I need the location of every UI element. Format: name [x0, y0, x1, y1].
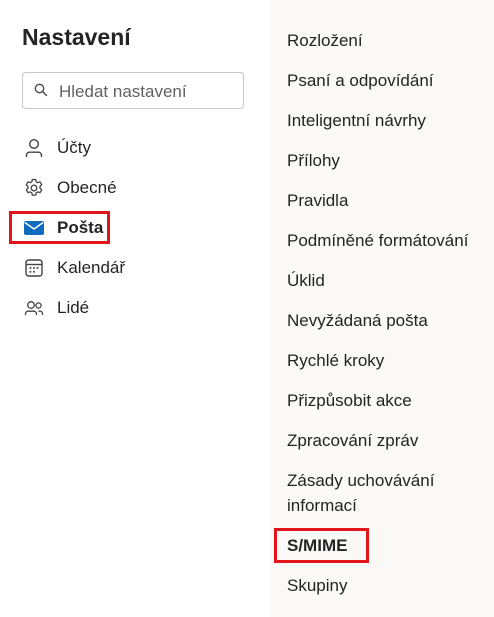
settings-search-box[interactable]: [22, 72, 244, 109]
subnav-smart-suggestions[interactable]: Inteligentní návrhy: [287, 108, 426, 133]
settings-title: Nastavení: [22, 24, 131, 50]
calendar-icon: [22, 256, 46, 280]
people-icon: [22, 296, 46, 320]
subnav-attachments[interactable]: Přílohy: [287, 148, 340, 173]
smime-highlight-box: [274, 528, 369, 563]
person-icon: [22, 136, 46, 160]
nav-item-label: Kalendář: [57, 258, 126, 277]
mail-highlight-box: [9, 211, 110, 244]
subnav-retention-policies-line2[interactable]: informací: [287, 493, 357, 518]
subnav-junk-email[interactable]: Nevyžádaná pošta: [287, 308, 428, 333]
nav-item-accounts[interactable]: Účty: [22, 133, 252, 163]
subnav-groups[interactable]: Skupiny: [287, 573, 347, 598]
nav-item-calendar[interactable]: Kalendář: [22, 253, 252, 283]
nav-item-label: Lidé: [57, 298, 90, 317]
search-input[interactable]: [57, 79, 241, 105]
subnav-layout[interactable]: Rozložení: [287, 28, 363, 53]
subnav-sweep[interactable]: Úklid: [287, 268, 325, 293]
subnav-compose-reply[interactable]: Psaní a odpovídání: [287, 68, 434, 93]
nav-item-label: Obecné: [57, 178, 117, 197]
nav-item-label: Účty: [57, 138, 91, 157]
settings-nav-pane: Nastavení Účty Obecné: [0, 0, 271, 617]
subnav-customize-actions[interactable]: Přizpůsobit akce: [287, 388, 412, 413]
subnav-message-handling[interactable]: Zpracování zpráv: [287, 428, 418, 453]
gear-icon: [22, 176, 46, 200]
nav-item-general[interactable]: Obecné: [22, 173, 252, 203]
subnav-retention-policies[interactable]: Zásady uchovávání: [287, 468, 434, 493]
subnav-rules[interactable]: Pravidla: [287, 188, 348, 213]
subnav-quick-steps[interactable]: Rychlé kroky: [287, 348, 384, 373]
nav-item-people[interactable]: Lidé: [22, 293, 252, 323]
subnav-conditional-formatting[interactable]: Podmíněné formátování: [287, 228, 468, 253]
search-icon: [34, 83, 48, 97]
